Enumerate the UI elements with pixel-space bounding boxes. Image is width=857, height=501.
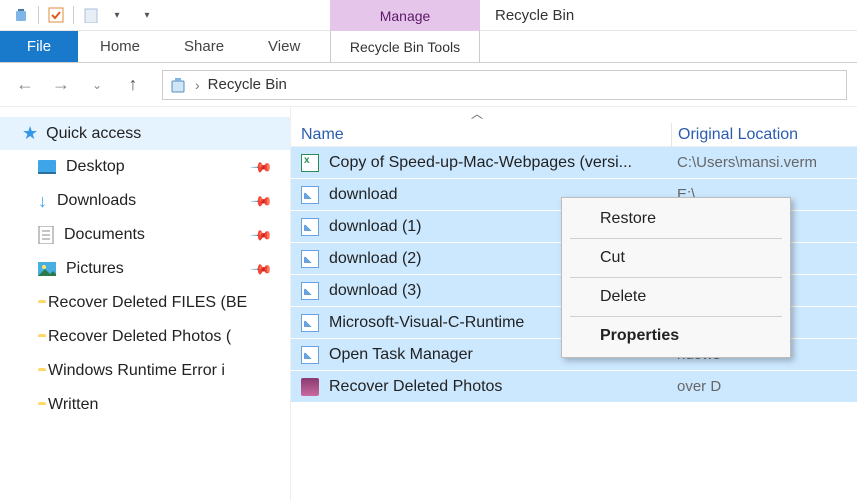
image-file-icon — [301, 250, 319, 268]
file-original-location: over D — [671, 378, 721, 395]
navigation-bar: ← → ⌄ ↑ › Recycle Bin — [0, 63, 857, 107]
qat-divider — [73, 6, 74, 24]
file-original-location: C:\Users\mansi.verm — [671, 154, 817, 171]
file-name: download (1) — [329, 218, 422, 236]
contextual-tab-header: Manage — [330, 0, 480, 31]
file-name: Copy of Speed-up-Mac-Webpages (versi... — [329, 154, 632, 172]
file-row[interactable]: Copy of Speed-up-Mac-Webpages (versi... C… — [291, 147, 857, 179]
sidebar-item-label: Written — [48, 396, 98, 414]
file-tab[interactable]: File — [0, 31, 78, 62]
file-row[interactable]: Recover Deleted Photos over D — [291, 371, 857, 403]
desktop-icon — [38, 160, 56, 174]
sidebar-item-label: Documents — [64, 226, 145, 244]
context-menu-properties[interactable]: Properties — [562, 319, 790, 353]
column-headers: ︿ Name Original Location — [291, 107, 857, 147]
context-menu: Restore Cut Delete Properties — [561, 197, 791, 358]
sidebar-item-documents[interactable]: Documents 📌 — [0, 218, 290, 252]
context-menu-separator — [570, 316, 782, 317]
sidebar-item-downloads[interactable]: ↓ Downloads 📌 — [0, 184, 290, 218]
sidebar-item-label: Downloads — [57, 192, 136, 210]
pictures-icon — [38, 262, 56, 276]
documents-icon — [38, 226, 54, 244]
sidebar-item-label: Windows Runtime Error i — [48, 362, 225, 380]
explorer-body: ★ Quick access Desktop📌↓Downloads📌Docume… — [0, 107, 857, 501]
star-icon: ★ — [22, 123, 38, 144]
sidebar-item-label: Desktop — [66, 158, 125, 176]
context-menu-cut[interactable]: Cut — [562, 241, 790, 275]
sidebar-item-label: Recover Deleted Photos ( — [48, 328, 231, 346]
title-bar: ▾ ▾ Manage Recycle Bin — [0, 0, 857, 31]
address-bar[interactable]: › Recycle Bin — [162, 70, 847, 100]
file-list-pane: ︿ Name Original Location Copy of Speed-u… — [290, 107, 857, 501]
recycle-bin-icon — [12, 6, 30, 24]
sidebar-item-written[interactable]: Written — [0, 388, 290, 422]
sidebar-item-desktop[interactable]: Desktop 📌 — [0, 150, 290, 184]
window-title: Recycle Bin — [495, 0, 574, 31]
image-file-icon — [301, 346, 319, 364]
tab-home[interactable]: Home — [78, 31, 162, 62]
qat-divider — [38, 6, 39, 24]
file-name: Open Task Manager — [329, 346, 473, 364]
quick-access-label: Quick access — [46, 125, 141, 143]
recent-locations-dropdown[interactable]: ⌄ — [82, 70, 112, 100]
sidebar-item-recover-deleted-files-be[interactable]: Recover Deleted FILES (BE — [0, 286, 290, 320]
properties-qat-icon[interactable] — [47, 6, 65, 24]
breadcrumb[interactable]: Recycle Bin — [208, 76, 287, 93]
image-file-icon — [301, 186, 319, 204]
image-file-icon — [301, 282, 319, 300]
qat-customize-icon[interactable]: ▾ — [138, 6, 156, 24]
qat-dropdown-icon[interactable]: ▾ — [108, 6, 126, 24]
file-name: download (3) — [329, 282, 422, 300]
forward-button[interactable]: → — [46, 70, 76, 100]
file-name: Recover Deleted Photos — [329, 378, 502, 396]
back-button[interactable]: ← — [10, 70, 40, 100]
navigation-pane: ★ Quick access Desktop📌↓Downloads📌Docume… — [0, 107, 290, 501]
sidebar-item-recover-deleted-photos[interactable]: Recover Deleted Photos ( — [0, 320, 290, 354]
quick-access-toolbar: ▾ ▾ — [0, 0, 156, 30]
new-folder-qat-icon[interactable] — [82, 6, 100, 24]
pin-icon: 📌 — [249, 189, 273, 213]
up-button[interactable]: ↑ — [118, 70, 148, 100]
excel-file-icon — [301, 154, 319, 172]
sidebar-item-label: Recover Deleted FILES (BE — [48, 294, 247, 312]
tab-view[interactable]: View — [246, 31, 322, 62]
recycle-bin-icon — [169, 76, 187, 94]
archive-file-icon — [301, 378, 319, 396]
column-header-original-location[interactable]: Original Location — [671, 123, 798, 147]
context-menu-separator — [570, 238, 782, 239]
breadcrumb-separator-icon[interactable]: › — [195, 77, 200, 93]
image-file-icon — [301, 218, 319, 236]
context-menu-delete[interactable]: Delete — [562, 280, 790, 314]
column-header-name[interactable]: Name — [291, 126, 671, 144]
context-menu-separator — [570, 277, 782, 278]
pin-icon: 📌 — [249, 223, 273, 247]
file-name: download (2) — [329, 250, 422, 268]
sidebar-item-windows-runtime-error-i[interactable]: Windows Runtime Error i — [0, 354, 290, 388]
pin-icon: 📌 — [249, 155, 273, 179]
file-name: Microsoft-Visual-C-Runtime — [329, 314, 524, 332]
quick-access-header[interactable]: ★ Quick access — [0, 117, 290, 150]
collapse-chevron-icon[interactable]: ︿ — [471, 105, 483, 122]
sidebar-item-label: Pictures — [66, 260, 124, 278]
image-file-icon — [301, 314, 319, 332]
file-name: download — [329, 186, 398, 204]
context-menu-restore[interactable]: Restore — [562, 202, 790, 236]
sidebar-item-pictures[interactable]: Pictures 📌 — [0, 252, 290, 286]
ribbon-tabs: File Home Share View Recycle Bin Tools — [0, 31, 857, 63]
pin-icon: 📌 — [249, 257, 273, 281]
tab-recycle-bin-tools[interactable]: Recycle Bin Tools — [330, 31, 480, 63]
tab-share[interactable]: Share — [162, 31, 246, 62]
downloads-icon: ↓ — [38, 191, 47, 212]
